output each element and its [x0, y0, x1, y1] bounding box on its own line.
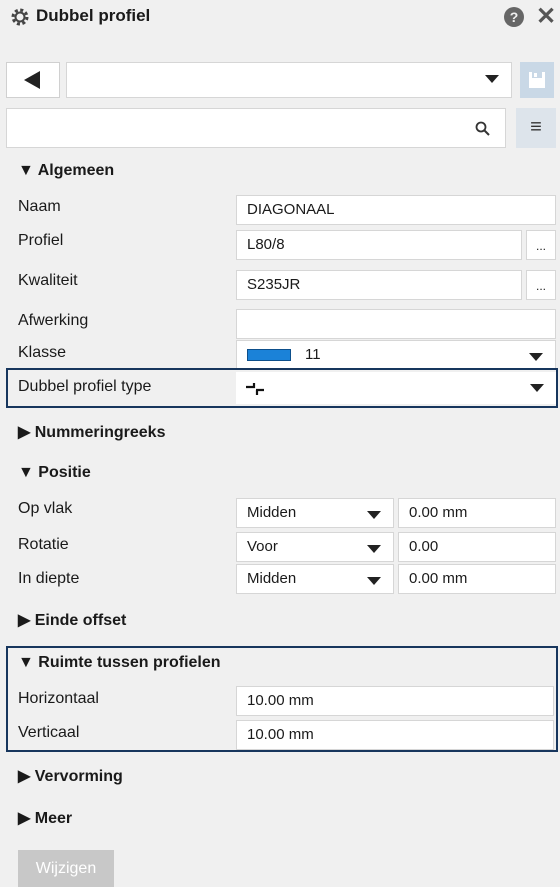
kwaliteit-browse-button[interactable]: ...: [526, 270, 556, 300]
horizontaal-label: Horizontaal: [18, 690, 99, 707]
section-einde-offset[interactable]: ▶ Einde offset: [18, 610, 126, 630]
save-button[interactable]: [520, 62, 554, 98]
preset-dropdown[interactable]: [66, 62, 512, 98]
afwerking-label: Afwerking: [18, 312, 89, 329]
opvlak-value-field[interactable]: 0.00 mm: [398, 498, 556, 528]
gear-icon: [11, 8, 29, 26]
opvlak-select[interactable]: Midden: [236, 498, 394, 528]
save-icon: [529, 72, 545, 88]
double-angle-profile-icon: [246, 383, 264, 395]
verticaal-label: Verticaal: [18, 724, 80, 741]
section-positie[interactable]: ▼ Positie: [18, 464, 91, 482]
section-meer[interactable]: ▶ Meer: [18, 808, 72, 828]
verticaal-field[interactable]: 10.00 mm: [236, 720, 554, 750]
rotatie-value-field[interactable]: 0.00: [398, 532, 556, 562]
kwaliteit-label: Kwaliteit: [18, 272, 78, 289]
kwaliteit-field[interactable]: S235JR: [236, 270, 522, 300]
profiel-field[interactable]: L80/8: [236, 230, 522, 260]
diepte-select[interactable]: Midden: [236, 564, 394, 594]
back-button[interactable]: [6, 62, 60, 98]
search-icon: [475, 121, 490, 136]
profiel-browse-button[interactable]: ...: [526, 230, 556, 260]
afwerking-field[interactable]: [236, 309, 556, 339]
section-ruimte-tussen-profielen[interactable]: ▼ Ruimte tussen profielen: [18, 654, 221, 672]
dubbel-profiel-type-dropdown[interactable]: [236, 372, 556, 404]
help-icon[interactable]: ?: [504, 7, 524, 27]
profiel-label: Profiel: [18, 232, 64, 249]
window-title: Dubbel profiel: [36, 6, 151, 25]
klasse-label: Klasse: [18, 344, 67, 361]
section-vervorming[interactable]: ▶ Vervorming: [18, 766, 123, 786]
diepte-value-field[interactable]: 0.00 mm: [398, 564, 556, 594]
search-input[interactable]: [6, 108, 506, 148]
opvlak-label: Op vlak: [18, 500, 73, 517]
rotatie-label: Rotatie: [18, 536, 69, 553]
klasse-color-swatch: [247, 349, 291, 362]
filter-menu-button[interactable]: ≡: [516, 108, 556, 148]
klasse-value: 11: [305, 346, 321, 364]
section-algemeen[interactable]: ▼ Algemeen: [18, 162, 114, 180]
rotatie-select[interactable]: Voor: [236, 532, 394, 562]
diepte-label: In diepte: [18, 570, 80, 587]
naam-label: Naam: [18, 198, 61, 215]
horizontaal-field[interactable]: 10.00 mm: [236, 686, 554, 716]
close-icon[interactable]: ✕: [536, 2, 556, 31]
dubbel-profiel-type-label: Dubbel profiel type: [18, 378, 152, 395]
apply-button[interactable]: Wijzigen: [18, 850, 114, 887]
naam-field[interactable]: DIAGONAAL: [236, 195, 556, 225]
klasse-dropdown[interactable]: 11: [236, 340, 556, 370]
section-nummeringreeks[interactable]: ▶ Nummeringreeks: [18, 422, 165, 442]
